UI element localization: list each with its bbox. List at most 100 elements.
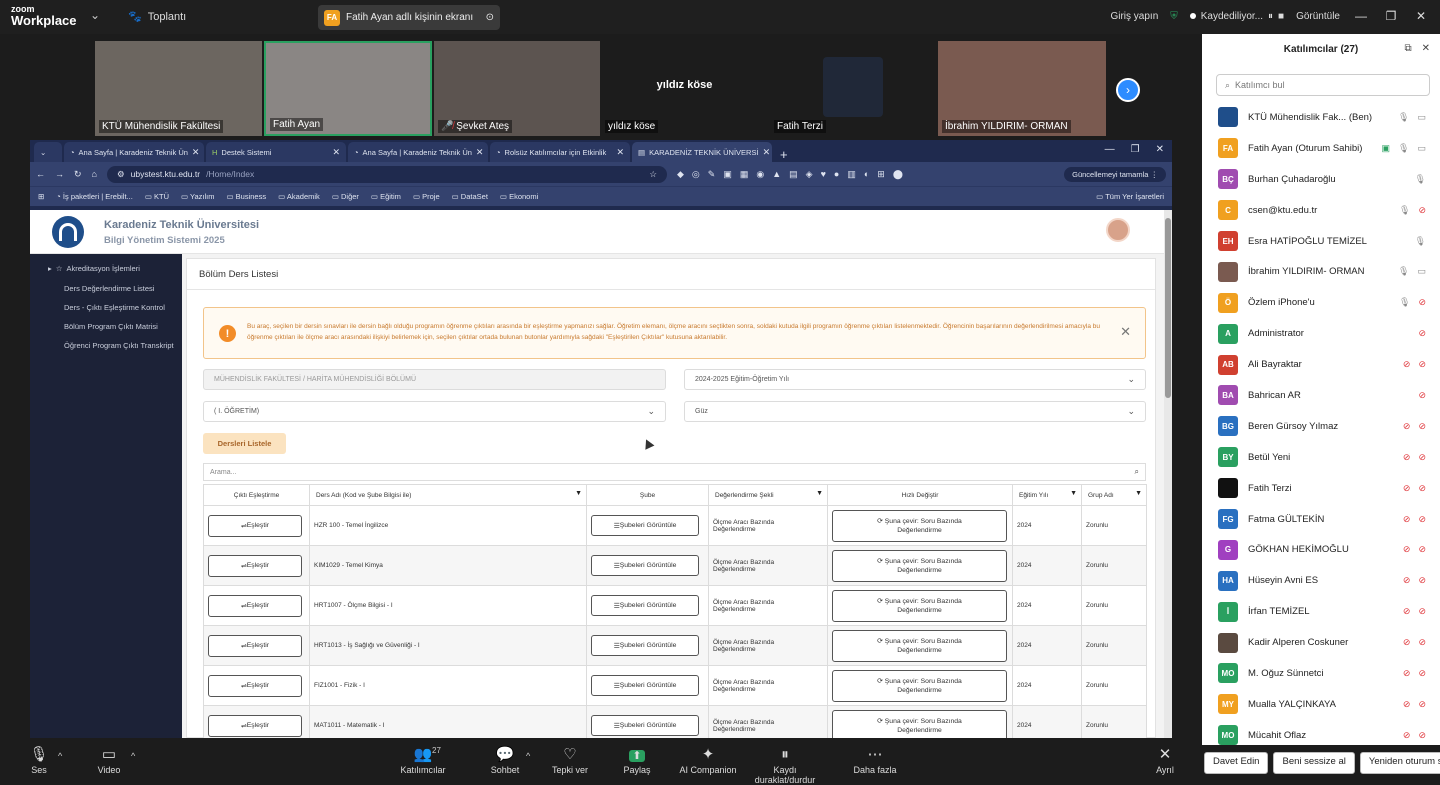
- list-courses-button[interactable]: Dersleri Listele: [203, 433, 286, 454]
- participant-row[interactable]: G GÖKHAN HEKİMOĞLU ⊘ ⊘: [1202, 534, 1440, 565]
- forward-icon[interactable]: →: [55, 169, 64, 179]
- more-button[interactable]: ⋯ Daha fazla: [840, 745, 910, 775]
- view-sections-button[interactable]: ☰ Şubeleri Görüntüle: [591, 595, 699, 616]
- browser-tab[interactable]: ◔ Ana Sayfa | Karadeniz Teknik Ün ✕: [348, 142, 488, 162]
- filter-icon[interactable]: ▼: [1070, 490, 1077, 497]
- participant-row[interactable]: Ccsen@ktu.edu.tr 🎙 ⊘: [1202, 195, 1440, 226]
- ktu-logo-icon[interactable]: [52, 216, 84, 248]
- recording-indicator[interactable]: Kaydediliyor... ⏸ ■: [1189, 11, 1284, 22]
- close-tab-icon[interactable]: ✕: [616, 147, 624, 158]
- filter-icon[interactable]: ▼: [575, 490, 582, 497]
- term-select[interactable]: Güz ⌄: [684, 401, 1146, 422]
- extension-icon[interactable]: ⊞: [877, 169, 885, 180]
- video-tile-active[interactable]: Fatih Ayan: [264, 41, 432, 136]
- meeting-menu[interactable]: 🐾 Toplantı: [128, 10, 186, 24]
- bookmark-folder[interactable]: ▭ Eğitim: [371, 192, 401, 201]
- bookmark-folder[interactable]: ▭ Business: [227, 192, 267, 201]
- quick-switch-button[interactable]: ⟳ Şuna çevir: Soru Bazında Değerlendirme: [832, 589, 1007, 622]
- quick-switch-button[interactable]: ⟳ Şuna çevir: Soru Bazında Değerlendirme: [832, 709, 1007, 738]
- popout-icon[interactable]: ⧉: [1404, 43, 1411, 54]
- extension-icon[interactable]: ●: [834, 169, 839, 180]
- chevron-down-icon[interactable]: ⌄: [90, 8, 100, 22]
- audio-button[interactable]: 🎙 Ses: [4, 745, 74, 775]
- column-header[interactable]: Değerlendirme Şekli ▼: [708, 484, 828, 506]
- share-indicator[interactable]: FA Fatih Ayan adlı kişinin ekranı ⊙: [318, 5, 500, 30]
- view-sections-button[interactable]: ☰ Şubeleri Görüntüle: [591, 715, 699, 736]
- view-sections-button[interactable]: ☰ Şubeleri Görüntüle: [591, 675, 699, 696]
- filter-icon[interactable]: ▼: [1135, 490, 1142, 497]
- shield-icon[interactable]: ⛨: [1170, 11, 1178, 22]
- reload-icon[interactable]: ↻: [74, 169, 82, 180]
- education-select[interactable]: ( I. ÖĞRETİM) ⌄: [203, 401, 666, 422]
- column-header[interactable]: Eğitim Yılı ▼: [1012, 484, 1082, 506]
- filter-icon[interactable]: ▼: [816, 490, 823, 497]
- department-select[interactable]: MÜHENDİSLİK FAKÜLTESİ / HARİTA MÜHENDİSL…: [203, 369, 666, 390]
- extension-icon[interactable]: ▦: [740, 169, 749, 180]
- participant-row[interactable]: EH Esra HATİPOĞLU TEMİZEL 🎙: [1202, 226, 1440, 257]
- stop-icon[interactable]: ■: [1278, 11, 1284, 22]
- all-bookmarks[interactable]: ▭ Tüm Yer İşaretleri: [1096, 192, 1164, 201]
- tab-menu-icon[interactable]: ⌄: [34, 142, 62, 162]
- view-button[interactable]: Görüntüle: [1296, 11, 1340, 22]
- video-options-caret-icon[interactable]: ^: [131, 751, 135, 761]
- extension-icon[interactable]: ▲: [772, 169, 781, 180]
- year-select[interactable]: 2024-2025 Eğitim-Öğretim Yılı ⌄: [684, 369, 1146, 390]
- extension-icon[interactable]: ✎: [708, 169, 716, 180]
- participant-row[interactable]: MO Mücahit Oflaz ⊘ ⊘: [1202, 720, 1440, 751]
- match-button[interactable]: ⇌ Eşleştir: [208, 554, 302, 577]
- column-header[interactable]: Ders Adı (Kod ve Şube Bilgisi ile) ▼: [309, 484, 587, 506]
- sidebar-section-akreditasyon[interactable]: ▸ ☆ Akreditasyon İşlemleri: [30, 254, 182, 279]
- browser-tab[interactable]: H Destek Sistemi ✕: [206, 142, 346, 162]
- video-tile[interactable]: İbrahim YILDIRIM- ORMAN: [938, 41, 1106, 136]
- minimize-icon[interactable]: —: [1352, 9, 1370, 23]
- match-button[interactable]: ⇌ Eşleştir: [208, 514, 302, 537]
- close-tab-icon[interactable]: ✕: [763, 147, 771, 158]
- participant-row[interactable]: FA Fatih Ayan (Oturum Sahibi) ▣ 🎙 ▭: [1202, 133, 1440, 164]
- sidebar-item[interactable]: Ders - Çıktı Eşleştirme Kontrol: [30, 298, 182, 317]
- participant-row[interactable]: A Administrator ⊘: [1202, 318, 1440, 349]
- participant-row[interactable]: AB Ali Bayraktar ⊘ ⊘: [1202, 349, 1440, 380]
- extension-icon[interactable]: ⬤: [893, 169, 903, 180]
- apps-icon[interactable]: ⊞: [38, 192, 44, 201]
- pause-icon[interactable]: ⏸: [1268, 11, 1273, 22]
- participant-row[interactable]: Fatih Terzi ⊘ ⊘: [1202, 473, 1440, 504]
- participant-row[interactable]: İ İrfan TEMİZEL ⊘ ⊘: [1202, 596, 1440, 627]
- quick-switch-button[interactable]: ⟳ Şuna çevir: Soru Bazında Değerlendirme: [832, 509, 1007, 542]
- url-field[interactable]: ⚙ ubystest.ktu.edu.tr/Home/Index ☆: [106, 165, 667, 183]
- extension-icon[interactable]: ◉: [756, 169, 764, 180]
- bookmark-folder[interactable]: ▭ Yazılım: [181, 192, 215, 201]
- bookmark-folder[interactable]: ▭ KTÜ: [145, 192, 169, 201]
- video-tile[interactable]: KTÜ Mühendislik Fakültesi: [95, 41, 262, 136]
- video-tile[interactable]: yıldız köse yıldız köse: [601, 41, 768, 136]
- extension-icon[interactable]: ▤: [789, 169, 798, 180]
- close-tab-icon[interactable]: ✕: [476, 147, 484, 158]
- video-tile[interactable]: 🎤̸ Şevket Ateş: [434, 41, 600, 136]
- match-button[interactable]: ⇌ Eşleştir: [208, 594, 302, 617]
- user-avatar[interactable]: [1106, 218, 1130, 242]
- leave-button[interactable]: ✕ Ayrıl: [1130, 745, 1200, 775]
- participant-row[interactable]: FG Fatma GÜLTEKİN ⊘ ⊘: [1202, 504, 1440, 535]
- quick-switch-button[interactable]: ⟳ Şuna çevir: Soru Bazında Değerlendirme: [832, 669, 1007, 702]
- participant-row[interactable]: BY Betül Yeni ⊘ ⊘: [1202, 442, 1440, 473]
- close-icon[interactable]: ✕: [1412, 9, 1430, 23]
- match-button[interactable]: ⇌ Eşleştir: [208, 634, 302, 657]
- bookmark-folder[interactable]: ▭ Diğer: [332, 192, 359, 201]
- participant-row[interactable]: Ö Özlem iPhone'u 🎙 ⊘: [1202, 287, 1440, 318]
- view-sections-button[interactable]: ☰ Şubeleri Görüntüle: [591, 555, 699, 576]
- match-button[interactable]: ⇌ Eşleştir: [208, 714, 302, 737]
- recording-control-button[interactable]: ⏸ Kaydı duraklat/durdur: [750, 745, 820, 785]
- participant-search-input[interactable]: ⌕ Katılımcı bul: [1216, 74, 1430, 96]
- bookmark-folder[interactable]: ▭ Ekonomi: [500, 192, 538, 201]
- site-info-icon[interactable]: ⚙: [117, 169, 125, 180]
- extension-icon[interactable]: ◎: [692, 169, 700, 180]
- bookmark-folder[interactable]: ▭ Akademik: [278, 192, 320, 201]
- participant-row[interactable]: KTÜ Mühendislik Fak... (Ben) 🎙 ▭: [1202, 102, 1440, 133]
- quick-switch-button[interactable]: ⟳ Şuna çevir: Soru Bazında Değerlendirme: [832, 629, 1007, 662]
- minimize-icon[interactable]: —: [1105, 144, 1115, 155]
- bookmark-folder[interactable]: ▭ DataSet: [452, 192, 488, 201]
- extension-icon[interactable]: ◐: [864, 169, 869, 180]
- chat-options-caret-icon[interactable]: ^: [526, 751, 530, 761]
- bookmark-item[interactable]: ◔ İş paketleri | Erebilt...: [56, 192, 133, 201]
- reclaim-host-button[interactable]: Yeniden oturum sahibi ol: [1359, 752, 1440, 774]
- update-button[interactable]: Güncellemeyi tamamla ⋮: [1064, 166, 1166, 182]
